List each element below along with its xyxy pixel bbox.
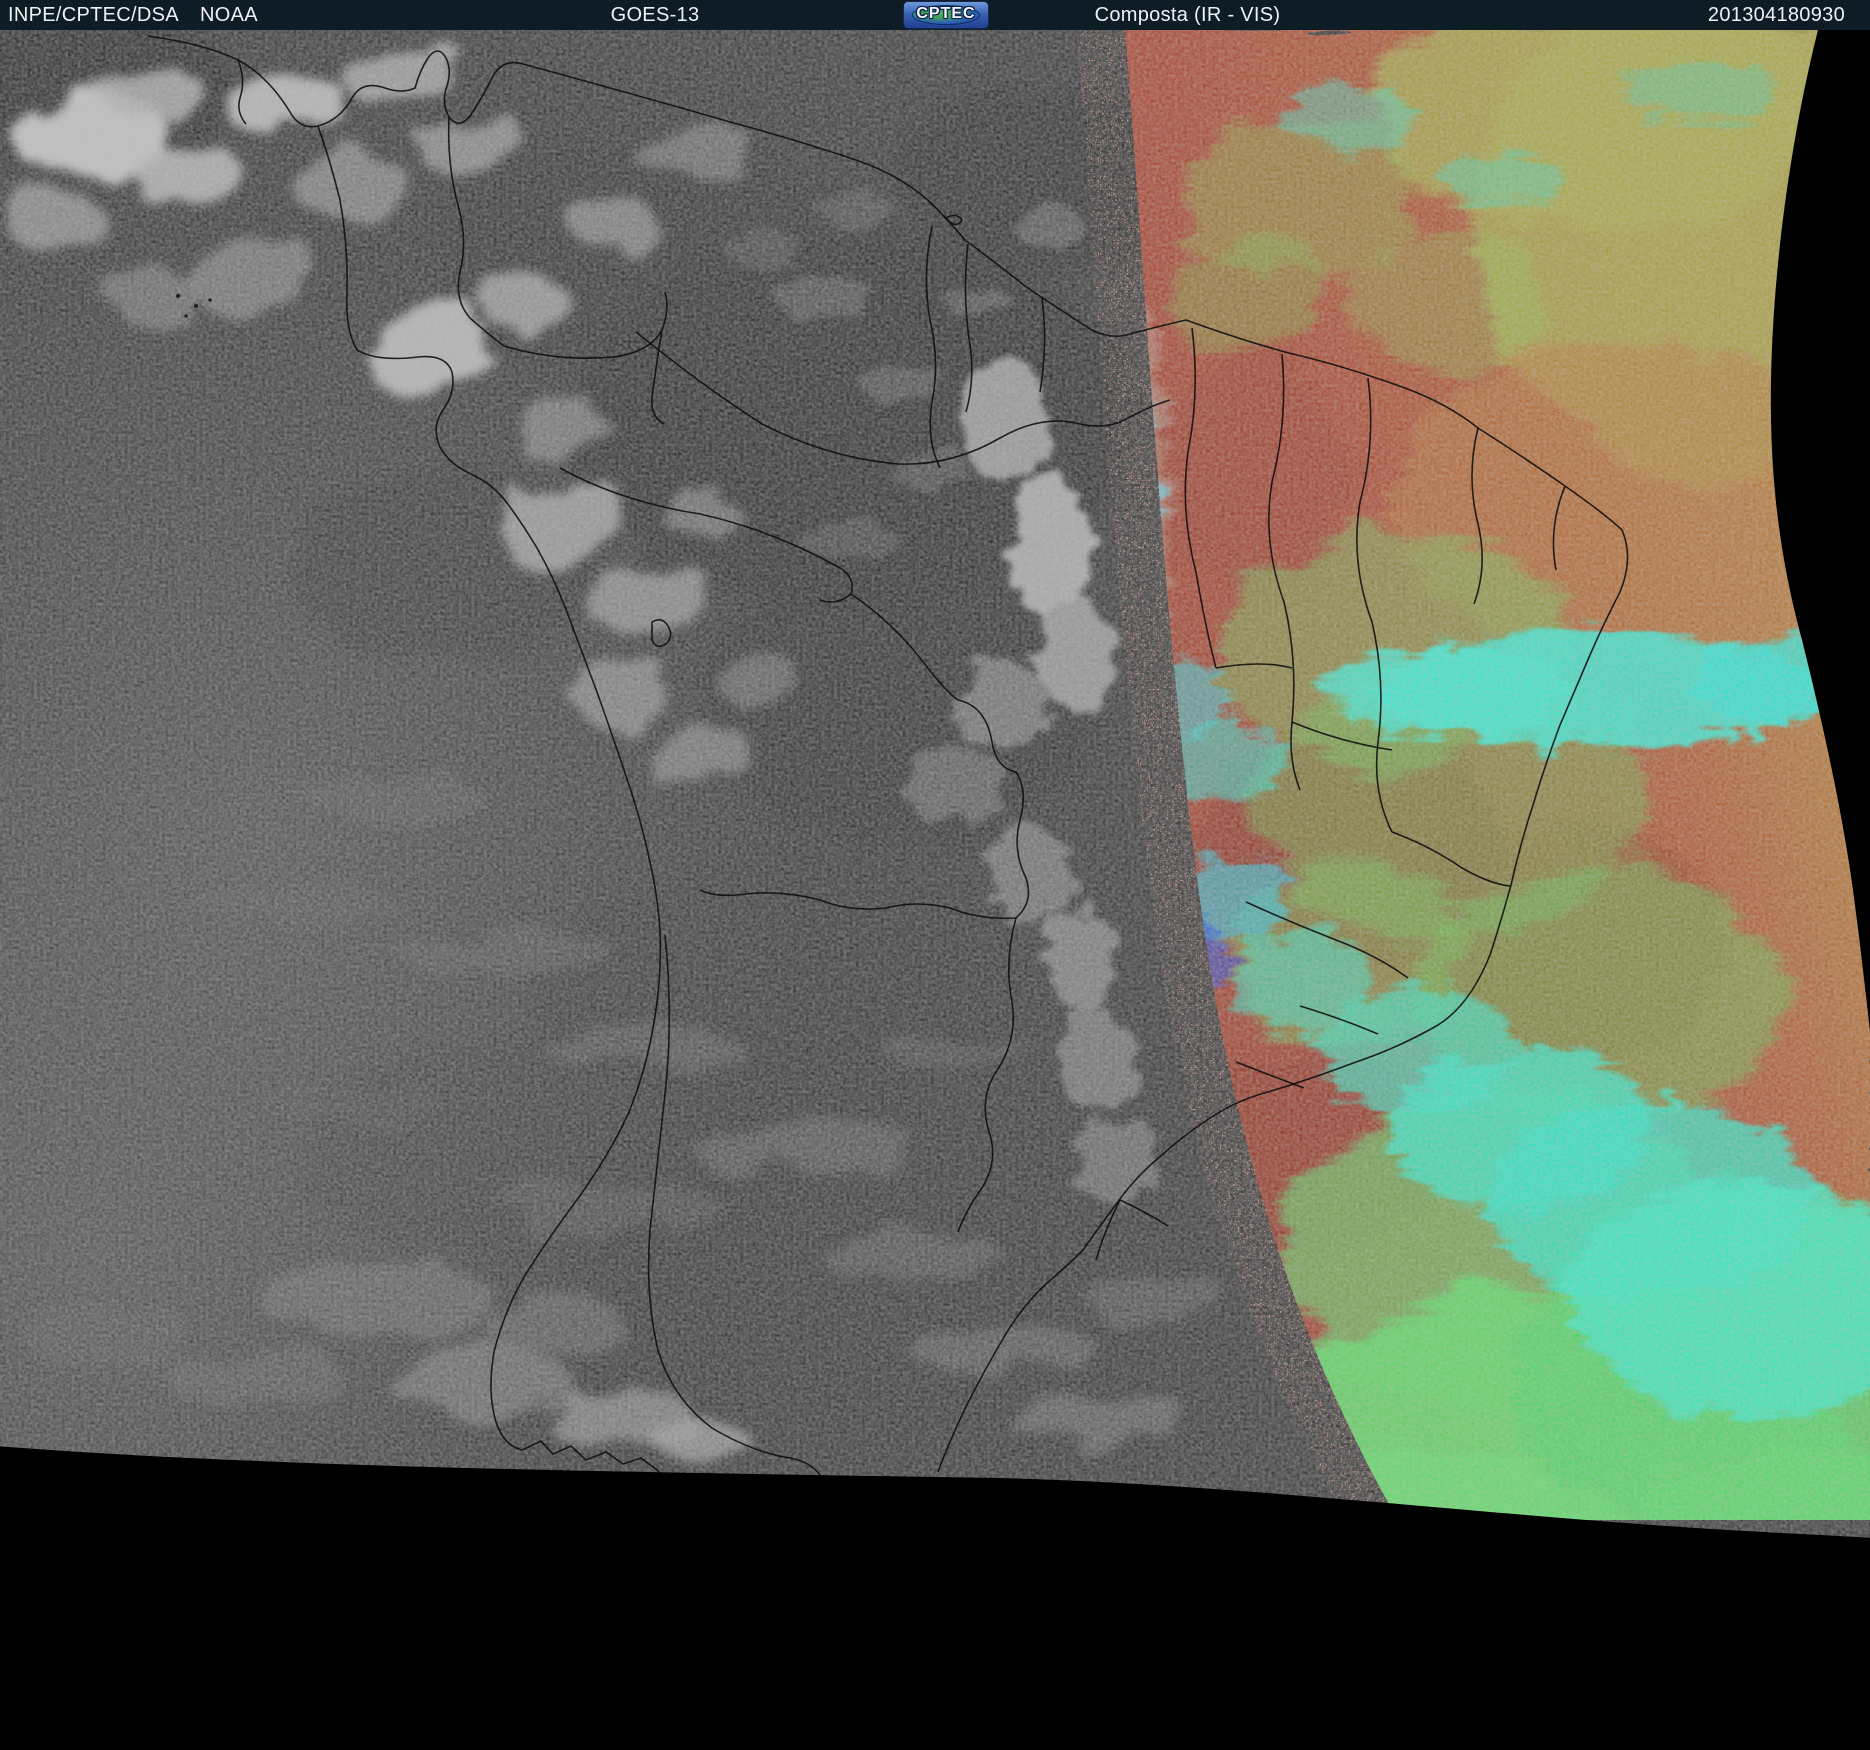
noaa-label: NOAA xyxy=(200,4,258,26)
cptec-logo: CPTEC xyxy=(903,1,989,29)
satellite-label: GOES-13 xyxy=(610,4,700,26)
header-bar: INPE/CPTEC/DSA NOAA GOES-13 CPTEC Compos… xyxy=(0,0,1870,30)
satellite-image xyxy=(0,0,1870,1750)
timestamp-label: 201304180930 xyxy=(1707,4,1845,26)
product-label: Composta (IR - VIS) xyxy=(1094,4,1281,26)
agency-label: INPE/CPTEC/DSA xyxy=(8,4,179,26)
satellite-image-canvas xyxy=(0,20,1870,1750)
cptec-logo-text: CPTEC xyxy=(916,5,976,22)
satellite-product-window: INPE/CPTEC/DSA NOAA GOES-13 CPTEC Compos… xyxy=(0,0,1870,1750)
